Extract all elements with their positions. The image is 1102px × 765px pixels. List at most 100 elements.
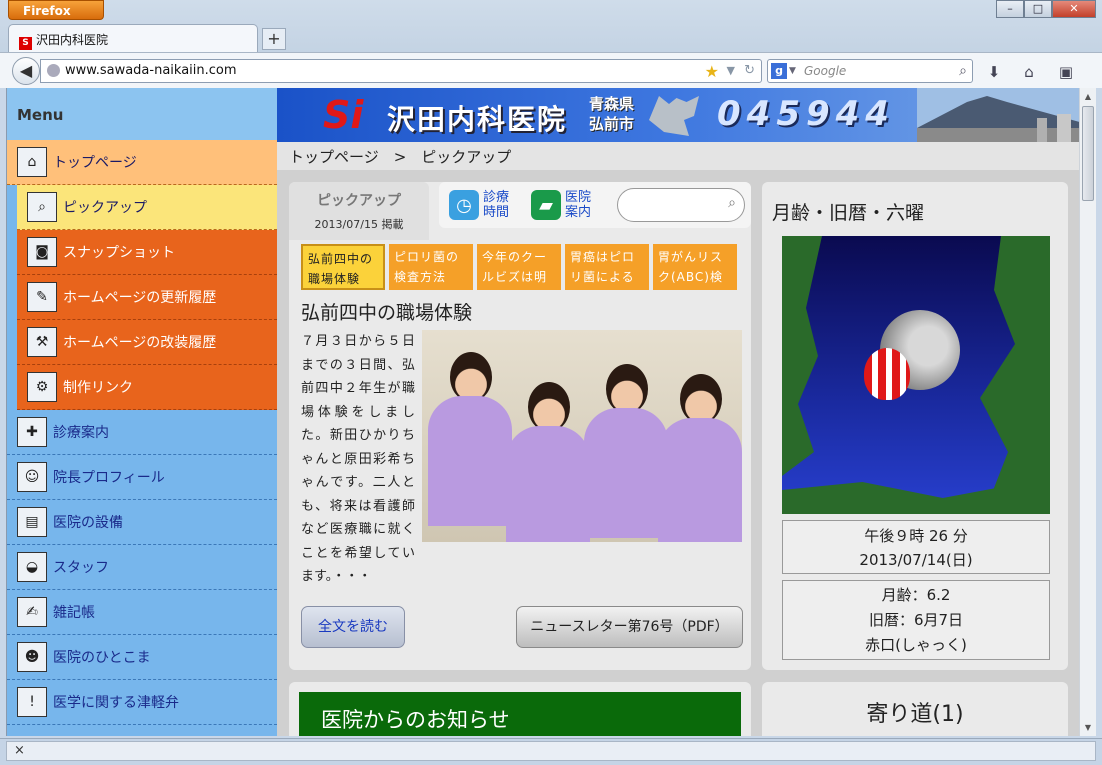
scroll-down-icon[interactable]: ▼ (1080, 719, 1096, 736)
students-photo (422, 330, 742, 542)
sidebar-item-clinic-info[interactable]: ✚ 診療案内 (7, 410, 277, 455)
site-search-input[interactable]: ⌕ (617, 188, 745, 222)
sidebar-item-snapshot[interactable]: ◙ スナップショット (17, 230, 277, 275)
sidebar-item-label: 制作リンク (63, 380, 133, 396)
sidebar-item-pickup[interactable]: ⌕ ピックアップ (17, 185, 277, 230)
close-bar-icon[interactable]: × (14, 743, 25, 758)
clinic-sign-icon: ✚ (17, 417, 47, 447)
sidebar-item-label: 医院の設備 (53, 515, 123, 531)
newsletter-pdf-button[interactable]: ニュースレター第76号（PDF） (516, 606, 743, 648)
browser-chrome: Firefox – □ ✕ S 沢田内科医院 + ◀ www.sawada-nai… (0, 0, 1102, 88)
tab-pylori-test[interactable]: ピロリ菌の検査方法 (389, 244, 473, 290)
tab-workplace-experience[interactable]: 弘前四中の職場体験 (301, 244, 385, 290)
article-text: ７月３日から５日までの３日間、弘前四中２年生が職場体験をしました。新田ひかりちゃ… (301, 334, 415, 584)
reload-icon[interactable]: ↻ (744, 60, 755, 82)
hours-link-line1: 診療 (483, 190, 510, 205)
history-dropdown-icon[interactable]: ▼ (727, 60, 735, 82)
hot-air-balloon-icon (864, 348, 910, 400)
car-icon: ▰ (531, 190, 561, 220)
url-bar[interactable]: www.sawada-naikaiin.com ★ ▼ ↻ (40, 59, 762, 83)
hammer-icon: ⚒ (27, 327, 57, 357)
notice-title: 医院からのお知らせ (299, 692, 741, 736)
sidebar-item-label: ピックアップ (63, 200, 147, 216)
article-title: 弘前四中の職場体験 (301, 302, 473, 324)
moon-time: 午後９時 26 分 (864, 527, 968, 545)
tab-cool-biz[interactable]: 今年のクールビズは明 (477, 244, 561, 290)
sidebar-item-label: スタッフ (53, 560, 109, 576)
pickup-badge-title: ピックアップ (317, 193, 401, 209)
clinic-name: 沢田内科医院 (387, 103, 568, 136)
google-engine-icon[interactable]: g (771, 63, 787, 79)
city: 弘前市 (589, 115, 635, 133)
equipment-icon: ▤ (17, 507, 47, 537)
moon-datetime: 午後９時 26 分 2013/07/14(日) (782, 520, 1050, 574)
hours-link-line2: 時間 (483, 205, 510, 220)
lunar-date: 旧暦：6月7日 (868, 611, 964, 629)
hours-link[interactable]: ◷ 診療 時間 (449, 190, 509, 220)
sidebar-item-top-page[interactable]: ⌂ トップページ (7, 140, 277, 185)
engine-dropdown-icon[interactable]: ▼ (789, 60, 796, 82)
site-banner[interactable]: Si 沢田内科医院 青森県 弘前市 045944 (277, 88, 1080, 142)
tab-abc-screening[interactable]: 胃がんリスク(ABC)検診 (653, 244, 737, 290)
sidebar-item-production-links[interactable]: ⚙ 制作リンク (17, 365, 277, 410)
house-icon: ⌂ (17, 147, 47, 177)
tree-silhouette (980, 236, 1050, 506)
notebook-icon: ✍ (17, 597, 47, 627)
clock-icon: ◷ (449, 190, 479, 220)
bookmark-star-icon[interactable]: ★ (705, 61, 719, 83)
search-bar[interactable]: g ▼ Google ⌕ (767, 59, 973, 83)
doctor-icon: ☺ (17, 462, 47, 492)
scroll-thumb[interactable] (1082, 106, 1094, 201)
sidebar-item-renovation-history[interactable]: ⚒ ホームページの改装履歴 (17, 320, 277, 365)
vertical-scrollbar[interactable]: ▲ ▼ (1079, 88, 1096, 736)
clinic-guide-link[interactable]: ▰ 医院 案内 (531, 190, 591, 220)
home-icon[interactable]: ⌂ (1018, 61, 1040, 83)
site-identity-icon[interactable] (47, 64, 60, 77)
browser-tab[interactable]: S 沢田内科医院 (8, 24, 258, 52)
clinic-location: 青森県 弘前市 (589, 94, 634, 134)
pickup-panel: ピックアップ 2013/07/15 掲載 ◷ 診療 時間 ▰ 医院 案内 ⌕ 弘前四… (289, 182, 751, 670)
sidebar-item-label: 院長プロフィール (53, 470, 165, 486)
phone-number: 045944 (717, 94, 895, 134)
search-icon[interactable]: ⌕ (728, 195, 736, 211)
downloads-icon[interactable]: ⬇ (983, 61, 1005, 83)
pickup-badge: ピックアップ 2013/07/15 掲載 (289, 182, 429, 240)
sidebar-item-label: ホームページの更新履歴 (63, 290, 217, 306)
clinic-logo: Si (323, 93, 364, 137)
brush-icon: ✎ (27, 282, 57, 312)
tab-gastric-cancer[interactable]: 胃癌はピロリ菌による (565, 244, 649, 290)
magnifier-icon: ⌕ (27, 192, 57, 222)
back-button[interactable]: ◀ (12, 57, 40, 85)
clinic-guide-line2: 案内 (565, 205, 592, 220)
read-full-button[interactable]: 全文を読む (301, 606, 405, 648)
sidebar-item-notebook[interactable]: ✍ 雑記帳 (7, 590, 277, 635)
sidebar-item-equipment[interactable]: ▤ 医院の設備 (7, 500, 277, 545)
moon-image (782, 236, 1050, 514)
sidebar-item-tsugaru-dialect[interactable]: ! 医学に関する津軽弁 (7, 680, 277, 725)
person-figure (658, 374, 742, 542)
notice-panel: 医院からのお知らせ (289, 682, 751, 736)
new-tab-button[interactable]: + (262, 28, 286, 50)
sidebar-menu: Menu ⌂ トップページ ⌕ ピックアップ ◙ スナップショット ✎ ホームページの更… (7, 88, 277, 736)
close-window-button[interactable]: ✕ (1052, 0, 1096, 18)
clinic-guide-line1: 医院 (565, 190, 592, 205)
aomori-map-icon (649, 96, 699, 136)
menu-heading: Menu (7, 88, 277, 140)
sidebar-item-label: 医院のひとこま (53, 650, 151, 666)
add-on-bar: × (0, 738, 1102, 765)
sidebar-item-director-profile[interactable]: ☺ 院長プロフィール (7, 455, 277, 500)
navigation-toolbar: ◀ www.sawada-naikaiin.com ★ ▼ ↻ g ▼ Goog… (0, 52, 1102, 88)
sidebar-item-staff[interactable]: ◒ スタッフ (7, 545, 277, 590)
camera-icon: ◙ (27, 237, 57, 267)
firefox-menu-button[interactable]: Firefox (8, 0, 104, 20)
scroll-up-icon[interactable]: ▲ (1080, 88, 1096, 105)
rokuyo: 赤口(しゃっく) (865, 636, 967, 654)
search-icon[interactable]: ⌕ (959, 60, 967, 82)
minimize-button[interactable]: – (996, 0, 1024, 18)
sidebar-item-update-history[interactable]: ✎ ホームページの更新履歴 (17, 275, 277, 320)
gear-icon: ⚙ (27, 372, 57, 402)
pickup-badge-date: 2013/07/15 掲載 (314, 218, 404, 231)
maximize-button[interactable]: □ (1024, 0, 1052, 18)
bookmarks-menu-icon[interactable]: ▣ (1055, 61, 1077, 83)
sidebar-item-clinic-scenes[interactable]: ☻ 医院のひとこま (7, 635, 277, 680)
